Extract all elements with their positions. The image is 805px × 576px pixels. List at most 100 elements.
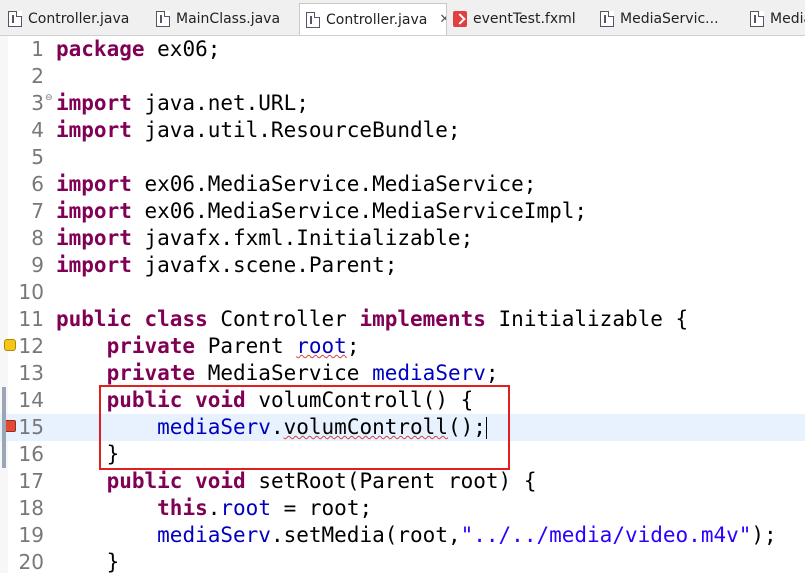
code-line-15[interactable]: 15 mediaServ.volumControll(); bbox=[0, 414, 805, 441]
code-token: } bbox=[56, 442, 120, 466]
line-number: 7 bbox=[31, 199, 44, 223]
line-number: 13 bbox=[18, 361, 44, 385]
line-number: 19 bbox=[18, 523, 44, 547]
editor-tab-2[interactable]: MainClass.java bbox=[150, 4, 296, 33]
code-token: volumControll() { bbox=[245, 388, 474, 412]
tab-label: Media bbox=[770, 10, 805, 27]
java-file-icon bbox=[8, 10, 22, 27]
line-number: 5 bbox=[31, 145, 44, 169]
code-line-19[interactable]: 19 mediaServ.setMedia(root,"../../media/… bbox=[0, 522, 805, 549]
close-tab-icon[interactable]: ✕ bbox=[439, 12, 446, 27]
editor-tab-bar: Controller.java MainClass.java Controller.… bbox=[0, 0, 805, 36]
editor-tab-4[interactable]: eventTest.fxml bbox=[447, 4, 592, 33]
code-line-1[interactable]: 1 package ex06; bbox=[0, 36, 805, 63]
line-number: 17 bbox=[18, 469, 44, 493]
code-token: (); bbox=[447, 415, 486, 439]
code-line-20[interactable]: 20 } bbox=[0, 549, 805, 576]
code-text: public void volumControll() { bbox=[56, 387, 474, 414]
code-token: "../../media/video.m4v" bbox=[460, 523, 752, 547]
code-line-3[interactable]: 3 ⊖ import java.net.URL; bbox=[0, 90, 805, 117]
code-token: private bbox=[106, 361, 196, 385]
editor-tab-3[interactable]: Controller.java ✕ bbox=[299, 3, 447, 35]
code-token: import bbox=[56, 118, 132, 142]
line-number: 20 bbox=[18, 550, 44, 574]
line-number: 11 bbox=[18, 307, 44, 331]
fxml-file-icon bbox=[453, 10, 467, 27]
code-line-11[interactable]: 11 public class Controller implements Ini… bbox=[0, 306, 805, 333]
code-line-5[interactable]: 5 bbox=[0, 144, 805, 171]
tab-label: Controller.java bbox=[326, 11, 428, 28]
code-line-7[interactable]: 7 import ex06.MediaService.MediaServiceIm… bbox=[0, 198, 805, 225]
code-token: implements bbox=[359, 307, 486, 331]
code-token: this bbox=[157, 496, 208, 520]
code-text: import ex06.MediaService.MediaService; bbox=[56, 171, 536, 198]
java-file-icon bbox=[306, 11, 320, 28]
code-line-18[interactable]: 18 this.root = root; bbox=[0, 495, 805, 522]
code-text: private MediaService mediaServ; bbox=[56, 360, 499, 387]
line-number: 16 bbox=[18, 442, 44, 466]
code-token: void bbox=[195, 388, 246, 412]
code-text: } bbox=[56, 549, 120, 576]
java-file-icon bbox=[156, 10, 170, 27]
line-number: 3 bbox=[31, 91, 44, 115]
code-token: javafx.scene.Parent; bbox=[131, 253, 398, 277]
code-text: import javafx.fxml.Initializable; bbox=[56, 225, 473, 252]
code-line-8[interactable]: 8 import javafx.fxml.Initializable; bbox=[0, 225, 805, 252]
code-token: import bbox=[56, 226, 132, 250]
code-line-9[interactable]: 9 import javafx.scene.Parent; bbox=[0, 252, 805, 279]
code-token: setRoot(Parent root) { bbox=[245, 469, 537, 493]
code-token: Parent bbox=[195, 334, 297, 358]
code-token: mediaServ bbox=[157, 523, 271, 547]
line-number: 9 bbox=[31, 253, 44, 277]
code-token: ); bbox=[751, 523, 777, 547]
editor-tab-1[interactable]: Controller.java bbox=[2, 4, 140, 33]
warning-marker-icon[interactable] bbox=[4, 339, 16, 351]
code-editor[interactable]: 1 package ex06; 2 3 ⊖ import java.net.URL; 4 im… bbox=[0, 36, 805, 576]
fold-toggle-icon[interactable]: ⊖ bbox=[45, 93, 53, 103]
code-line-6[interactable]: 6 import ex06.MediaService.MediaService; bbox=[0, 171, 805, 198]
code-line-14[interactable]: 14 public void volumControll() { bbox=[0, 387, 805, 414]
code-token: ; bbox=[346, 334, 360, 358]
code-line-17[interactable]: 17 public void setRoot(Parent root) { bbox=[0, 468, 805, 495]
code-line-10[interactable]: 10 bbox=[0, 279, 805, 306]
tab-label: eventTest.fxml bbox=[473, 10, 576, 27]
tab-label: Controller.java bbox=[28, 10, 130, 27]
code-token: root bbox=[296, 334, 347, 358]
code-text: mediaServ.volumControll(); bbox=[56, 414, 487, 441]
line-number: 14 bbox=[18, 388, 44, 412]
line-number: 18 bbox=[18, 496, 44, 520]
quick-diff-change-bar bbox=[2, 387, 6, 468]
code-line-12[interactable]: 12 private Parent root; bbox=[0, 333, 805, 360]
code-line-4[interactable]: 4 import java.util.ResourceBundle; bbox=[0, 117, 805, 144]
text-cursor bbox=[485, 417, 487, 439]
code-line-2[interactable]: 2 bbox=[0, 63, 805, 90]
code-token: void bbox=[195, 469, 246, 493]
code-token: } bbox=[56, 550, 120, 574]
code-token: class bbox=[144, 307, 208, 331]
code-token: ex06; bbox=[144, 37, 221, 61]
code-text: import java.net.URL; bbox=[56, 90, 309, 117]
code-line-16[interactable]: 16 } bbox=[0, 441, 805, 468]
code-line-13[interactable]: 13 private MediaService mediaServ; bbox=[0, 360, 805, 387]
code-token: java.net.URL; bbox=[131, 91, 309, 115]
line-number: 6 bbox=[31, 172, 44, 196]
code-token: . bbox=[207, 496, 221, 520]
tab-label: MainClass.java bbox=[176, 10, 281, 27]
editor-tab-6[interactable]: Media bbox=[744, 4, 805, 33]
code-token: javafx.fxml.Initializable; bbox=[131, 226, 474, 250]
code-token: package bbox=[56, 37, 145, 61]
code-token: = root; bbox=[270, 496, 373, 520]
code-text: public class Controller implements Initi… bbox=[56, 306, 688, 333]
editor-tab-5[interactable]: MediaServic... bbox=[594, 4, 742, 33]
line-number: 4 bbox=[31, 118, 44, 142]
